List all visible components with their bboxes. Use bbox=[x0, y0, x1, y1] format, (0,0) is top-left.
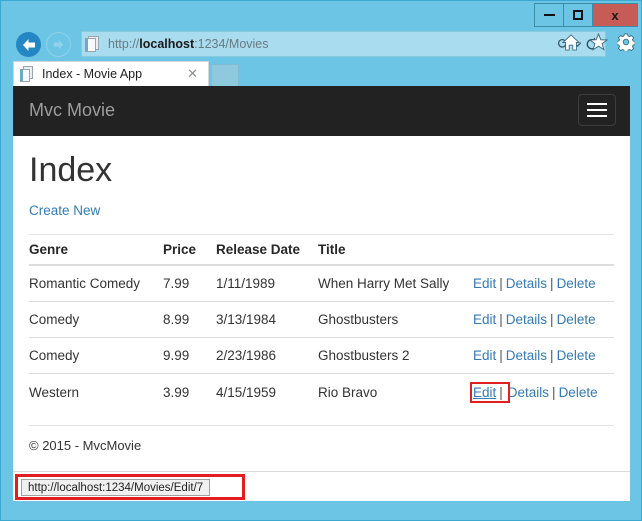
action-separator: | bbox=[550, 348, 554, 364]
url-host: localhost bbox=[139, 37, 195, 51]
movies-table-body: Romantic Comedy 7.99 1/11/1989 When Harry M… bbox=[29, 264, 614, 412]
cell-release-date: 4/15/1959 bbox=[216, 373, 318, 412]
maximize-button[interactable] bbox=[564, 4, 593, 26]
action-separator: | bbox=[499, 312, 503, 328]
page-title: Index bbox=[29, 151, 113, 189]
page-icon bbox=[85, 35, 101, 53]
navbar-toggle-button[interactable] bbox=[578, 94, 616, 126]
action-separator: | bbox=[552, 385, 556, 401]
maximize-icon bbox=[573, 10, 583, 20]
close-button[interactable]: x bbox=[593, 4, 637, 26]
address-url-text: http://localhost:1234/Movies bbox=[108, 37, 269, 51]
url-path: :1234/Movies bbox=[194, 37, 269, 51]
table-row: Comedy 9.99 2/23/1986 Ghostbusters 2 Edit | De… bbox=[29, 337, 614, 374]
column-header-title: Title bbox=[318, 234, 473, 267]
highlight-box-edit: Edit | bbox=[470, 382, 510, 404]
minimize-icon bbox=[543, 14, 555, 16]
tab-strip: Index - Movie App ✕ bbox=[1, 59, 641, 86]
action-link-delete[interactable]: Delete bbox=[559, 385, 598, 400]
page-container: Index Create New Genre Price Release Dat… bbox=[13, 151, 630, 454]
cell-title: Rio Bravo bbox=[318, 373, 473, 412]
gear-icon[interactable] bbox=[617, 33, 635, 51]
cell-title: Ghostbusters bbox=[318, 301, 473, 338]
action-link-delete[interactable]: Delete bbox=[557, 348, 596, 363]
home-icon[interactable] bbox=[562, 33, 580, 51]
action-link-edit[interactable]: Edit bbox=[473, 385, 496, 400]
action-link-details[interactable]: Details bbox=[506, 276, 547, 291]
movies-table: Genre Price Release Date Title Romantic … bbox=[29, 234, 614, 412]
cell-release-date: 1/11/1989 bbox=[216, 264, 318, 302]
action-link-details[interactable]: Details bbox=[506, 348, 547, 363]
favorites-star-icon[interactable] bbox=[589, 33, 608, 51]
action-link-delete[interactable]: Delete bbox=[557, 276, 596, 291]
action-link-delete[interactable]: Delete bbox=[557, 312, 596, 327]
action-separator: | bbox=[499, 385, 503, 401]
cell-genre: Romantic Comedy bbox=[29, 264, 163, 302]
table-row: Romantic Comedy 7.99 1/11/1989 When Harry M… bbox=[29, 264, 614, 302]
action-link-details[interactable]: Details bbox=[508, 385, 549, 400]
hamburger-icon-bar bbox=[587, 109, 607, 111]
page-viewport: Mvc Movie Index Create New Genre Price R… bbox=[13, 86, 630, 471]
action-link-details[interactable]: Details bbox=[506, 312, 547, 327]
hamburger-icon-bar bbox=[587, 103, 607, 105]
title-bar: x bbox=[1, 1, 641, 30]
cell-price: 7.99 bbox=[163, 264, 216, 302]
cell-genre: Comedy bbox=[29, 337, 163, 374]
table-row: Western 3.99 4/15/1959 Rio Bravo Edit | Detail… bbox=[29, 373, 614, 412]
action-separator: | bbox=[550, 276, 554, 292]
close-icon: x bbox=[611, 7, 619, 23]
status-bar-url: http://localhost:1234/Movies/Edit/7 bbox=[21, 479, 211, 496]
navigation-toolbar: http://localhost:1234/Movies bbox=[1, 30, 641, 59]
back-arrow-icon bbox=[22, 38, 35, 51]
action-link-edit[interactable]: Edit bbox=[473, 348, 496, 363]
cell-actions: Edit | Details | Delete bbox=[473, 337, 614, 374]
url-scheme: http:// bbox=[108, 37, 140, 51]
movies-table-head: Genre Price Release Date Title bbox=[29, 234, 614, 267]
cell-release-date: 3/13/1984 bbox=[216, 301, 318, 338]
action-separator: | bbox=[499, 276, 503, 292]
cell-price: 3.99 bbox=[163, 373, 216, 412]
action-link-edit[interactable]: Edit bbox=[473, 312, 496, 327]
site-navbar: Mvc Movie bbox=[13, 86, 630, 136]
cell-title: Ghostbusters 2 bbox=[318, 337, 473, 374]
forward-button[interactable] bbox=[46, 32, 71, 57]
address-bar[interactable]: http://localhost:1234/Movies bbox=[81, 31, 606, 57]
column-header-genre: Genre bbox=[29, 234, 163, 267]
action-separator: | bbox=[499, 348, 503, 364]
cell-actions: Edit | Details | Delete bbox=[473, 264, 614, 302]
table-header-row: Genre Price Release Date Title bbox=[29, 234, 614, 267]
tab-page-icon bbox=[20, 66, 35, 82]
column-header-release-date: Release Date bbox=[216, 234, 318, 267]
site-brand[interactable]: Mvc Movie bbox=[29, 100, 115, 121]
tab-close-icon[interactable]: ✕ bbox=[187, 66, 198, 82]
cell-release-date: 2/23/1986 bbox=[216, 337, 318, 374]
status-bar: http://localhost:1234/Movies/Edit/7 bbox=[13, 471, 630, 501]
create-new-link[interactable]: Create New bbox=[29, 203, 100, 218]
cell-actions: Edit | Details | Delete bbox=[470, 373, 614, 412]
column-header-price: Price bbox=[163, 234, 216, 267]
cell-genre: Western bbox=[29, 373, 163, 412]
back-button[interactable] bbox=[16, 32, 41, 57]
new-tab-button[interactable] bbox=[211, 64, 239, 86]
cell-price: 8.99 bbox=[163, 301, 216, 338]
column-header-actions bbox=[473, 234, 614, 267]
window-controls: x bbox=[534, 3, 638, 27]
page-footer: © 2015 - MvcMovie bbox=[29, 438, 142, 454]
browser-toolbar-icons bbox=[562, 33, 635, 51]
forward-arrow-icon bbox=[53, 39, 64, 50]
action-link-edit[interactable]: Edit bbox=[473, 276, 496, 291]
browser-tab[interactable]: Index - Movie App ✕ bbox=[13, 61, 209, 86]
tab-title: Index - Movie App bbox=[42, 67, 143, 81]
hamburger-icon-bar bbox=[587, 115, 607, 117]
cell-genre: Comedy bbox=[29, 301, 163, 338]
cell-actions: Edit | Details | Delete bbox=[473, 301, 614, 338]
browser-window: x http://localhost:1234/Movies Index - M… bbox=[0, 0, 642, 521]
minimize-button[interactable] bbox=[535, 4, 564, 26]
cell-price: 9.99 bbox=[163, 337, 216, 374]
cell-title: When Harry Met Sally bbox=[318, 264, 473, 302]
action-separator: | bbox=[550, 312, 554, 328]
table-row: Comedy 8.99 3/13/1984 Ghostbusters Edit | Deta… bbox=[29, 301, 614, 338]
